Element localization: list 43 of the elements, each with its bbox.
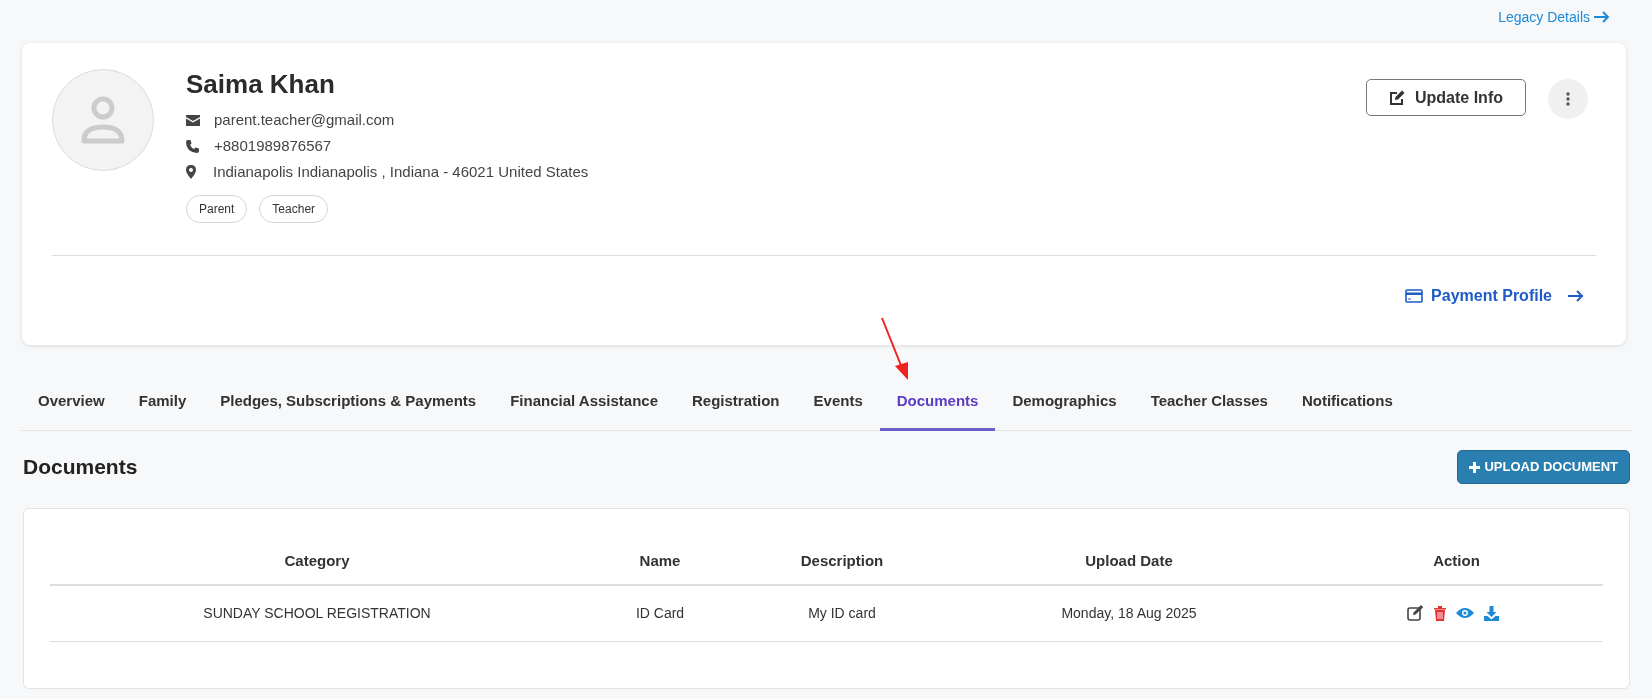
upload-document-button[interactable]: UPLOAD DOCUMENT: [1457, 450, 1630, 484]
tab[interactable]: Documents: [879, 375, 996, 431]
table-cell: ID Card: [584, 585, 736, 641]
right-arrow-icon: [1568, 290, 1584, 302]
tab[interactable]: Demographics: [995, 375, 1134, 431]
tab[interactable]: Registration: [675, 375, 797, 431]
phone-icon: [186, 139, 199, 153]
phone-text: +8801989876567: [214, 135, 332, 156]
tab[interactable]: Financial Assistance: [493, 375, 675, 431]
right-arrow-icon: [1594, 11, 1610, 23]
more-icon: [1566, 92, 1570, 106]
column-header: Description: [736, 539, 948, 585]
tab[interactable]: Overview: [21, 375, 122, 431]
profile-name: Saima Khan: [186, 69, 336, 99]
edit-icon[interactable]: [1406, 605, 1424, 622]
legacy-details-link[interactable]: Legacy Details: [1498, 6, 1610, 28]
table-cell: SUNDAY SCHOOL REGISTRATION: [50, 585, 584, 641]
update-info-button[interactable]: Update Info: [1366, 79, 1526, 116]
tab[interactable]: Family: [121, 375, 204, 431]
tab[interactable]: Notifications: [1284, 375, 1410, 431]
map-pin-icon: [186, 165, 196, 179]
more-button[interactable]: [1548, 79, 1588, 119]
column-header: Category: [50, 539, 584, 585]
tab[interactable]: Pledges, Subscriptions & Payments: [203, 375, 494, 431]
download-icon[interactable]: [1483, 605, 1499, 621]
payment-profile-link[interactable]: Payment Profile: [1405, 284, 1584, 308]
trash-icon[interactable]: [1433, 605, 1446, 621]
envelope-icon: [186, 114, 200, 126]
credit-card-icon: [1405, 289, 1424, 303]
edit-icon: [1389, 89, 1405, 106]
plus-icon: [1469, 461, 1481, 473]
column-header: Upload Date: [948, 539, 1310, 585]
tab[interactable]: Teacher Classes: [1133, 375, 1285, 431]
user-icon: [80, 95, 126, 145]
table-cell: Monday, 18 Aug 2025: [948, 585, 1310, 641]
section-title: Documents: [23, 454, 138, 481]
table-cell: My ID card: [736, 585, 948, 641]
tab[interactable]: Events: [796, 375, 880, 431]
column-header: Action: [1310, 539, 1603, 585]
address-text: Indianapolis Indianapolis , Indiana - 46021 United States: [213, 161, 589, 182]
eye-icon[interactable]: [1455, 607, 1474, 620]
column-header: Name: [584, 539, 736, 585]
email-text: parent.teacher@gmail.com: [214, 109, 395, 130]
